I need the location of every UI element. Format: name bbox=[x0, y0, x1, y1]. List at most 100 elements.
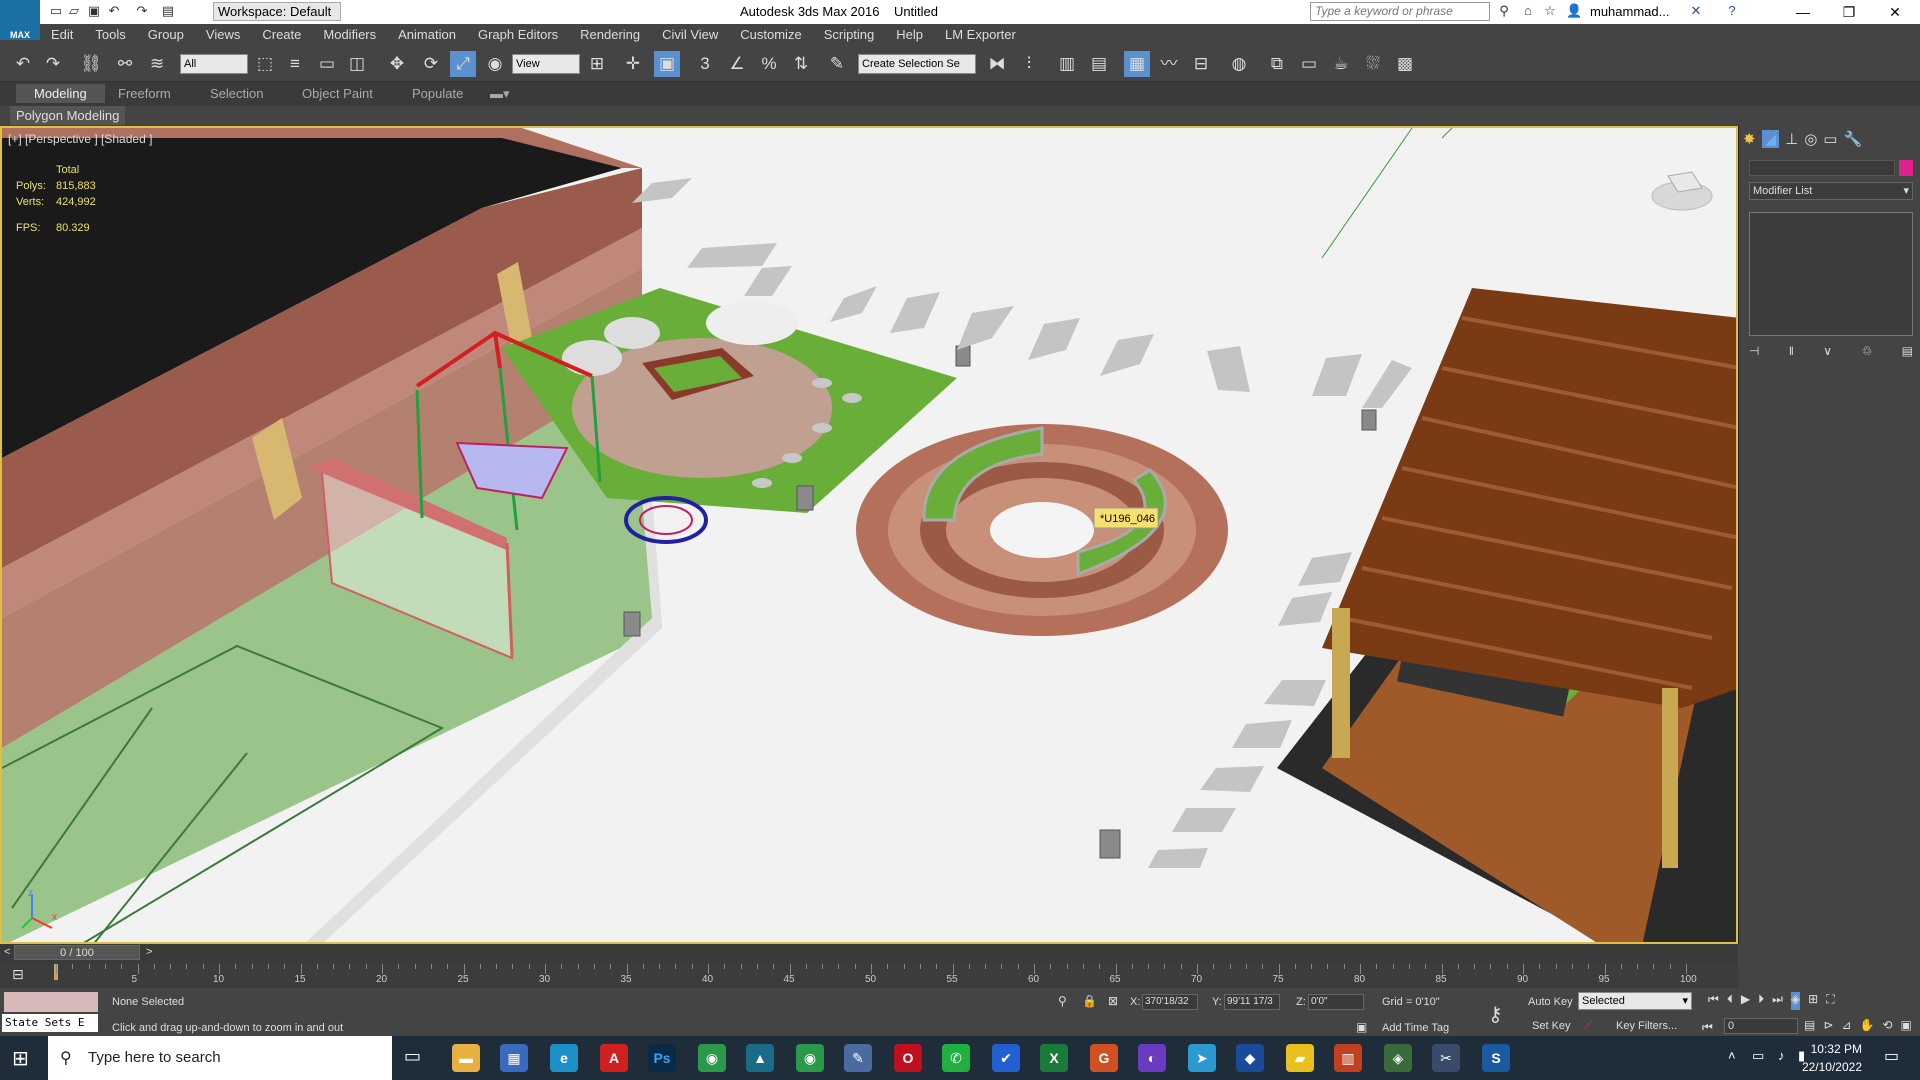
absolute-mode-icon[interactable]: ⊠ bbox=[1108, 994, 1118, 1008]
tray-chevron-icon[interactable]: ˄ bbox=[1728, 1048, 1736, 1063]
menu-item[interactable]: Help bbox=[885, 24, 934, 46]
keyboard-shortcut-override-icon[interactable]: ▣ bbox=[654, 51, 680, 77]
maximize-viewport-icon[interactable]: ⛶ bbox=[1826, 992, 1834, 1010]
go-to-start-icon[interactable]: ⏮ bbox=[1708, 992, 1719, 1010]
redo-icon[interactable]: ↷ bbox=[134, 3, 150, 19]
time-tag-icon[interactable]: ▣ bbox=[1356, 1020, 1367, 1034]
exchange-apps-icon[interactable]: ✕ bbox=[1688, 3, 1704, 19]
set-key-button[interactable]: Set Key bbox=[1532, 1020, 1571, 1032]
configure-sets-icon[interactable]: ▤ bbox=[1902, 344, 1913, 362]
polygon-modeling-panel[interactable]: Polygon Modeling bbox=[10, 106, 126, 125]
notifications-icon[interactable]: ▭ bbox=[1884, 1046, 1899, 1066]
time-slider-thumb[interactable]: 0 / 100 bbox=[14, 945, 140, 960]
infocenter-search-input[interactable]: Type a keyword or phrase bbox=[1310, 2, 1490, 21]
tab-populate[interactable]: Populate bbox=[412, 86, 463, 101]
redo-icon[interactable]: ↷ bbox=[40, 51, 66, 77]
edit-named-selection-icon[interactable]: ✎ bbox=[824, 51, 850, 77]
telegram-icon[interactable]: ➤ bbox=[1188, 1044, 1216, 1072]
schematic-view-icon[interactable]: ⊟ bbox=[1188, 51, 1214, 77]
chrome-icon[interactable]: ◉ bbox=[698, 1044, 726, 1072]
time-config-icon[interactable]: ▤ bbox=[1804, 1018, 1815, 1036]
user-icon[interactable]: 👤 bbox=[1566, 3, 1582, 19]
app-icon[interactable]: ◈ bbox=[1384, 1044, 1412, 1072]
state-sets-field[interactable]: State Sets E bbox=[2, 1014, 98, 1032]
minimize-icon[interactable]: — bbox=[1780, 0, 1826, 24]
taskbar-date[interactable]: 22/10/2022 bbox=[1796, 1060, 1862, 1074]
curve-editor-icon[interactable]: 〰 bbox=[1156, 51, 1182, 77]
menu-item[interactable]: Graph Editors bbox=[467, 24, 569, 46]
selection-filter-dropdown[interactable]: All bbox=[180, 54, 248, 74]
snaps-toggle-icon[interactable]: 3 bbox=[692, 51, 718, 77]
calculator-icon[interactable]: ▦ bbox=[500, 1044, 528, 1072]
make-unique-icon[interactable]: ∨ bbox=[1823, 344, 1832, 362]
menu-item[interactable]: Edit bbox=[40, 24, 84, 46]
create-tab-icon[interactable]: ✸ bbox=[1743, 130, 1756, 148]
photoshop-icon[interactable]: Ps bbox=[648, 1044, 676, 1072]
open-file-icon[interactable]: ▱ bbox=[66, 3, 82, 19]
communication-center-icon[interactable]: ⌂ bbox=[1520, 3, 1536, 19]
network-icon[interactable]: ▭ bbox=[1752, 1048, 1764, 1064]
y-coordinate-field[interactable]: 99'11 17/3 bbox=[1224, 994, 1280, 1010]
menu-item[interactable]: Animation bbox=[387, 24, 467, 46]
rendered-frame-window-icon[interactable]: ▭ bbox=[1296, 51, 1322, 77]
key-mode-dropdown[interactable]: Selected ▾ bbox=[1578, 992, 1692, 1010]
isolate-icon[interactable]: ⚲ bbox=[1058, 994, 1067, 1008]
menu-item[interactable]: Modifiers bbox=[312, 24, 387, 46]
play-icon[interactable]: ▶ bbox=[1741, 992, 1750, 1010]
chrome-profile-icon[interactable]: ◉ bbox=[796, 1044, 824, 1072]
excel-icon[interactable]: X bbox=[1040, 1044, 1068, 1072]
window-crossing-icon[interactable]: ◫ bbox=[344, 51, 370, 77]
menu-item[interactable]: Scripting bbox=[813, 24, 886, 46]
orbit-icon[interactable]: ⟲ bbox=[1882, 1018, 1892, 1036]
menu-item[interactable]: Customize bbox=[729, 24, 812, 46]
menu-item[interactable]: Views bbox=[195, 24, 251, 46]
modify-tab-icon[interactable]: ◢ bbox=[1761, 130, 1780, 148]
sticky-notes-icon[interactable]: ▰ bbox=[1286, 1044, 1314, 1072]
task-view-icon[interactable]: ▭ bbox=[404, 1046, 421, 1067]
align-icon[interactable]: ⫶ bbox=[1016, 51, 1042, 77]
object-name-field[interactable] bbox=[1749, 160, 1895, 176]
add-time-tag[interactable]: Add Time Tag bbox=[1382, 1022, 1449, 1034]
maximize-icon[interactable]: ❐ bbox=[1826, 0, 1872, 24]
field-of-view-icon[interactable]: ⊿ bbox=[1841, 1018, 1851, 1036]
percent-snap-icon[interactable]: % bbox=[756, 51, 782, 77]
maxscript-listener[interactable] bbox=[4, 992, 98, 1012]
opera-icon[interactable]: O bbox=[894, 1044, 922, 1072]
pivot-center-icon[interactable]: ⊞ bbox=[584, 51, 610, 77]
mirror-icon[interactable]: ⧓ bbox=[984, 51, 1010, 77]
next-frame-icon[interactable]: ⏵ bbox=[1758, 992, 1764, 1010]
menu-item[interactable]: Civil View bbox=[651, 24, 729, 46]
todo-icon[interactable]: ✔ bbox=[992, 1044, 1020, 1072]
hierarchy-tab-icon[interactable]: ⊥ bbox=[1785, 130, 1798, 148]
show-end-result-icon[interactable]: ‖ bbox=[1789, 344, 1794, 362]
winrar-icon[interactable]: ▥ bbox=[1334, 1044, 1362, 1072]
edge-browser-icon[interactable]: e bbox=[550, 1044, 578, 1072]
maximize-toggle-icon[interactable]: ▣ bbox=[1900, 1018, 1911, 1036]
time-slider-next-icon[interactable]: > bbox=[146, 946, 152, 958]
user-account[interactable]: muhammad... bbox=[1590, 4, 1669, 19]
help-icon[interactable]: ? bbox=[1724, 3, 1740, 19]
motion-tab-icon[interactable]: ◎ bbox=[1804, 130, 1817, 148]
layer-explorer-icon[interactable]: ▥ bbox=[1054, 51, 1080, 77]
close-icon[interactable]: ✕ bbox=[1872, 0, 1918, 24]
material-editor-icon[interactable]: ◍ bbox=[1226, 51, 1252, 77]
orbit-point-icon[interactable]: ◈ bbox=[1790, 992, 1801, 1010]
media-player-icon[interactable]: ◐ bbox=[1138, 1044, 1166, 1072]
object-color-swatch[interactable] bbox=[1899, 160, 1913, 176]
z-coordinate-field[interactable]: 0'0" bbox=[1308, 994, 1364, 1010]
store-app-icon[interactable]: ◆ bbox=[1236, 1044, 1264, 1072]
x-coordinate-field[interactable]: 370'18/32 bbox=[1142, 994, 1198, 1010]
angle-snap-icon[interactable]: ∠ bbox=[724, 51, 750, 77]
link-icon[interactable]: ⛓ bbox=[78, 51, 104, 77]
file-explorer-icon[interactable]: ▬ bbox=[452, 1044, 480, 1072]
undo-icon[interactable]: ↶ bbox=[106, 3, 122, 19]
new-file-icon[interactable]: ▭ bbox=[48, 3, 64, 19]
track-bar[interactable]: ⊟ 5 10 15 20 25 30 35 40 45 50 55 60 65 70 75 80 85 90 95 1… bbox=[0, 962, 1738, 988]
place-icon[interactable]: ◉ bbox=[482, 51, 508, 77]
time-slider[interactable]: < 0 / 100 > bbox=[0, 944, 1738, 962]
favorites-star-icon[interactable]: ☆ bbox=[1542, 3, 1558, 19]
default-in-out-tangent-icon[interactable]: ⟋ bbox=[1584, 1018, 1592, 1033]
tab-object-paint[interactable]: Object Paint bbox=[302, 86, 373, 101]
app-logo[interactable]: MAX bbox=[0, 0, 40, 40]
scale-icon[interactable]: ⤢ bbox=[450, 51, 476, 77]
